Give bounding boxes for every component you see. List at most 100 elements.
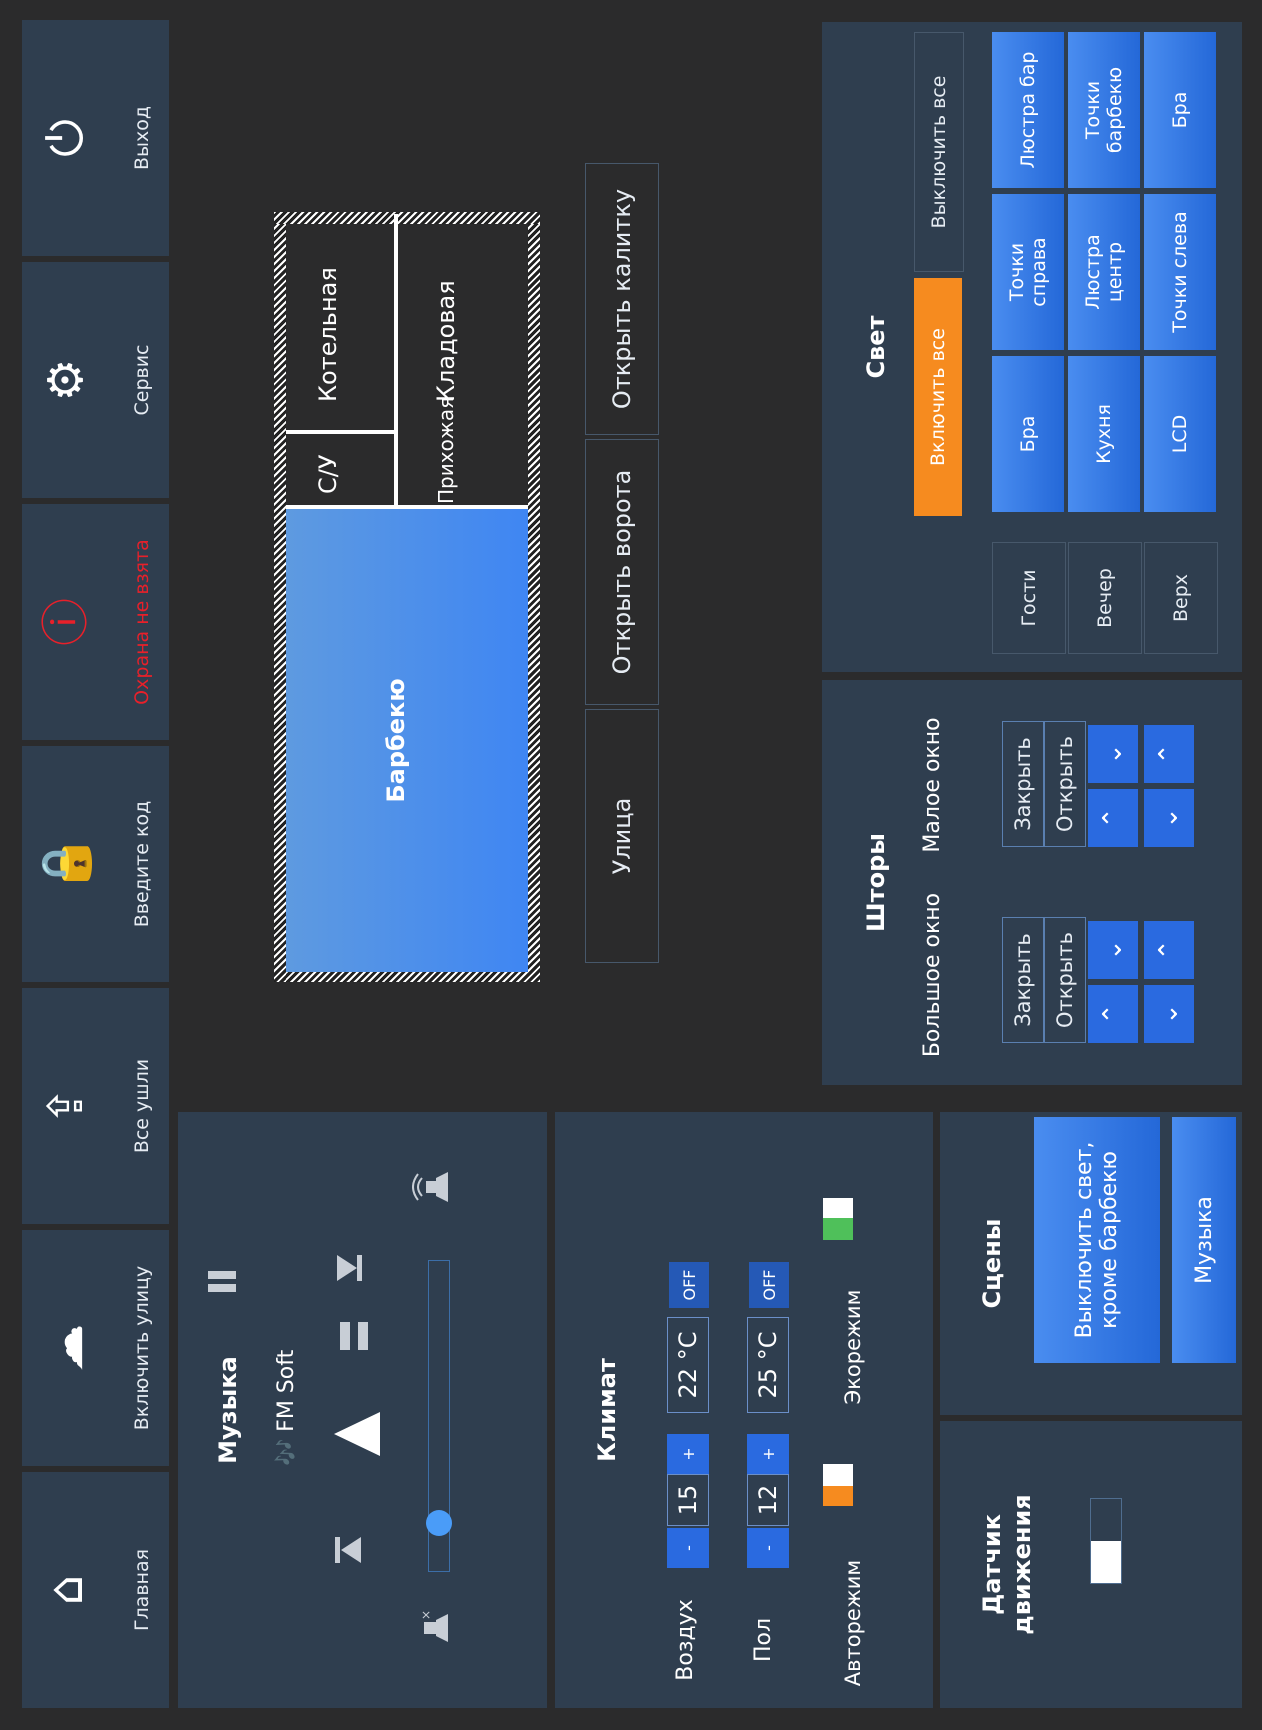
music-panel: Музыка 🎶 FM Soft × <box>178 1112 547 1708</box>
lock-icon: 🔒 <box>38 834 94 894</box>
all-lights-off-button[interactable]: Выключить все <box>914 32 964 272</box>
small-window-up-button-2[interactable]: ⌃ <box>1144 725 1194 783</box>
eco-mode-toggle[interactable] <box>823 1198 853 1240</box>
room-wc-label: С/У <box>314 454 342 494</box>
light-button[interactable]: Точки барбекю <box>1068 32 1140 188</box>
floor-minus-button[interactable]: - <box>747 1528 789 1568</box>
exit-share-icon: ⇪ <box>38 1085 94 1127</box>
motion-toggle[interactable] <box>1090 1498 1122 1584</box>
station-name: FM Soft <box>274 1349 299 1432</box>
light-button[interactable]: Кухня <box>1068 356 1140 512</box>
nav-item-label: Выход <box>131 105 153 171</box>
eco-mode-label: Экорежим <box>841 1289 865 1405</box>
small-window-down-button-2[interactable]: ⌄ <box>1144 789 1194 847</box>
climate-panel: Климат Воздух - 15 + 22 °C OFF Пол - 12 … <box>555 1112 933 1708</box>
plan-wall-bottom <box>528 212 540 982</box>
small-window-close-button[interactable]: Закрыть <box>1002 721 1044 847</box>
light-scene-button[interactable]: Вечер <box>1068 542 1142 654</box>
previous-icon[interactable] <box>333 1535 363 1565</box>
big-window-down-button-2[interactable]: ⌄ <box>1144 985 1194 1043</box>
nav-item-5[interactable]: ⚙ Сервис <box>22 262 169 498</box>
light-button[interactable]: Точки слева <box>1144 194 1216 350</box>
air-label: Воздух <box>673 1599 698 1681</box>
air-plus-button[interactable]: + <box>667 1434 709 1474</box>
air-minus-button[interactable]: - <box>667 1528 709 1568</box>
light-scene-button[interactable]: Верх <box>1144 542 1218 654</box>
nav-item-0[interactable]: ⌂ Главная <box>22 1472 169 1708</box>
nav-item-2[interactable]: ⇪ Все ушли <box>22 988 169 1224</box>
room-hall-label: Прихожая <box>434 396 458 504</box>
nav-item-6[interactable]: ⏻ Выход <box>22 20 169 256</box>
big-window-open-button[interactable]: Открыть <box>1044 917 1086 1043</box>
chevron-up-icon: ⌃ <box>1154 939 1184 961</box>
small-window-up-button[interactable]: ⌃ <box>1088 789 1138 847</box>
auto-mode-toggle[interactable] <box>823 1464 853 1506</box>
floor-plus-button[interactable]: + <box>747 1434 789 1474</box>
open-wicket-button[interactable]: Открыть калитку <box>585 163 659 435</box>
light-button[interactable]: Люстра центр <box>1068 194 1140 350</box>
plan-wall-right <box>274 212 540 224</box>
chevron-up-icon: ⌃ <box>1154 743 1184 765</box>
mute-icon[interactable]: × <box>414 1608 454 1648</box>
floor-off-toggle[interactable]: OFF <box>749 1262 789 1308</box>
nav-item-3[interactable]: 🔒 Введите код <box>22 746 169 982</box>
music-title: Музыка <box>214 1356 242 1464</box>
light-button[interactable]: Бра <box>992 356 1064 512</box>
big-window-up-button[interactable]: ⌃ <box>1088 985 1138 1043</box>
volume-knob[interactable] <box>426 1510 452 1536</box>
chevron-down-icon: ⌄ <box>1154 807 1184 829</box>
plan-wall-inner-1 <box>286 505 528 509</box>
play-icon[interactable] <box>330 1408 382 1460</box>
scenes-panel: Сцены Выключить свет, кроме барбекю Музы… <box>940 1112 1242 1415</box>
plan-wall-inner-3 <box>286 430 396 434</box>
nav-item-1[interactable]: ☁ Включить улицу <box>22 1230 169 1466</box>
all-lights-on-button[interactable]: Включить все <box>914 278 962 516</box>
nav-item-label: Включить улицу <box>131 1265 153 1431</box>
small-window-label: Малое окно <box>920 717 945 853</box>
room-boiler-label: Котельная <box>314 267 342 402</box>
volume-icon[interactable] <box>412 1164 456 1208</box>
room-bbq[interactable]: Барбекю <box>286 509 528 972</box>
street-button[interactable]: Улица <box>585 709 659 963</box>
room-bbq-label: Барбекю <box>382 678 410 803</box>
home-icon: ⌂ <box>38 1574 94 1606</box>
pause-icon[interactable] <box>340 1322 372 1350</box>
plan-wall-inner-2 <box>394 214 398 509</box>
small-window-open-button[interactable]: Открыть <box>1044 721 1086 847</box>
room-pantry-label: Кладовая <box>432 280 460 402</box>
floor-setpoint: 12 <box>747 1474 789 1526</box>
chevron-down-icon: ⌄ <box>1154 1003 1184 1025</box>
light-button[interactable]: Бра <box>1144 32 1216 188</box>
open-gate-button[interactable]: Открыть ворота <box>585 439 659 705</box>
light-button[interactable]: Точки справа <box>992 194 1064 350</box>
air-setpoint: 15 <box>667 1474 709 1526</box>
scene-lights-off-button[interactable]: Выключить свет, кроме барбекю <box>1034 1117 1160 1363</box>
station-label: 🎶 FM Soft <box>274 1308 299 1508</box>
gear-icon: ⚙ <box>38 358 94 402</box>
control-panel: ⌂ Главная ☁ Включить улицу ⇪ Все ушли 🔒 Введите… <box>0 0 1262 1730</box>
small-window-down-button[interactable]: ⌄ <box>1088 725 1138 783</box>
air-off-toggle[interactable]: OFF <box>669 1262 709 1308</box>
next-icon[interactable] <box>333 1253 363 1283</box>
big-window-close-button[interactable]: Закрыть <box>1002 917 1044 1043</box>
alert-icon: ⓘ <box>38 598 94 647</box>
nav-item-label: Главная <box>131 1548 153 1632</box>
curtains-panel: Шторы Большое окно Малое окно Закрыть От… <box>822 680 1242 1085</box>
chevron-up-icon: ⌃ <box>1098 1003 1128 1025</box>
light-button[interactable]: LCD <box>1144 356 1216 512</box>
floor-plan: Барбекю Котельная Кладовая С/У Прихожая <box>274 212 540 982</box>
motion-title-line1: Датчик <box>978 1513 1006 1616</box>
menu-bars-icon[interactable] <box>208 1270 236 1292</box>
auto-mode-label: Авторежим <box>841 1559 865 1687</box>
scenes-title: Сцены <box>978 1218 1006 1309</box>
big-window-up-button-2[interactable]: ⌃ <box>1144 921 1194 979</box>
svg-text:×: × <box>419 1610 433 1620</box>
light-button[interactable]: Люстра бар <box>992 32 1064 188</box>
light-panel: Свет Включить все Выключить все Люстра б… <box>822 22 1242 672</box>
nav-item-4[interactable]: ⓘ Охрана не взята <box>22 504 169 740</box>
light-scene-button[interactable]: Гости <box>992 542 1066 654</box>
big-window-down-button[interactable]: ⌄ <box>1088 921 1138 979</box>
scene-music-button[interactable]: Музыка <box>1172 1117 1236 1363</box>
motion-title-line2: движения <box>1008 1494 1036 1635</box>
chevron-down-icon: ⌄ <box>1098 939 1128 961</box>
